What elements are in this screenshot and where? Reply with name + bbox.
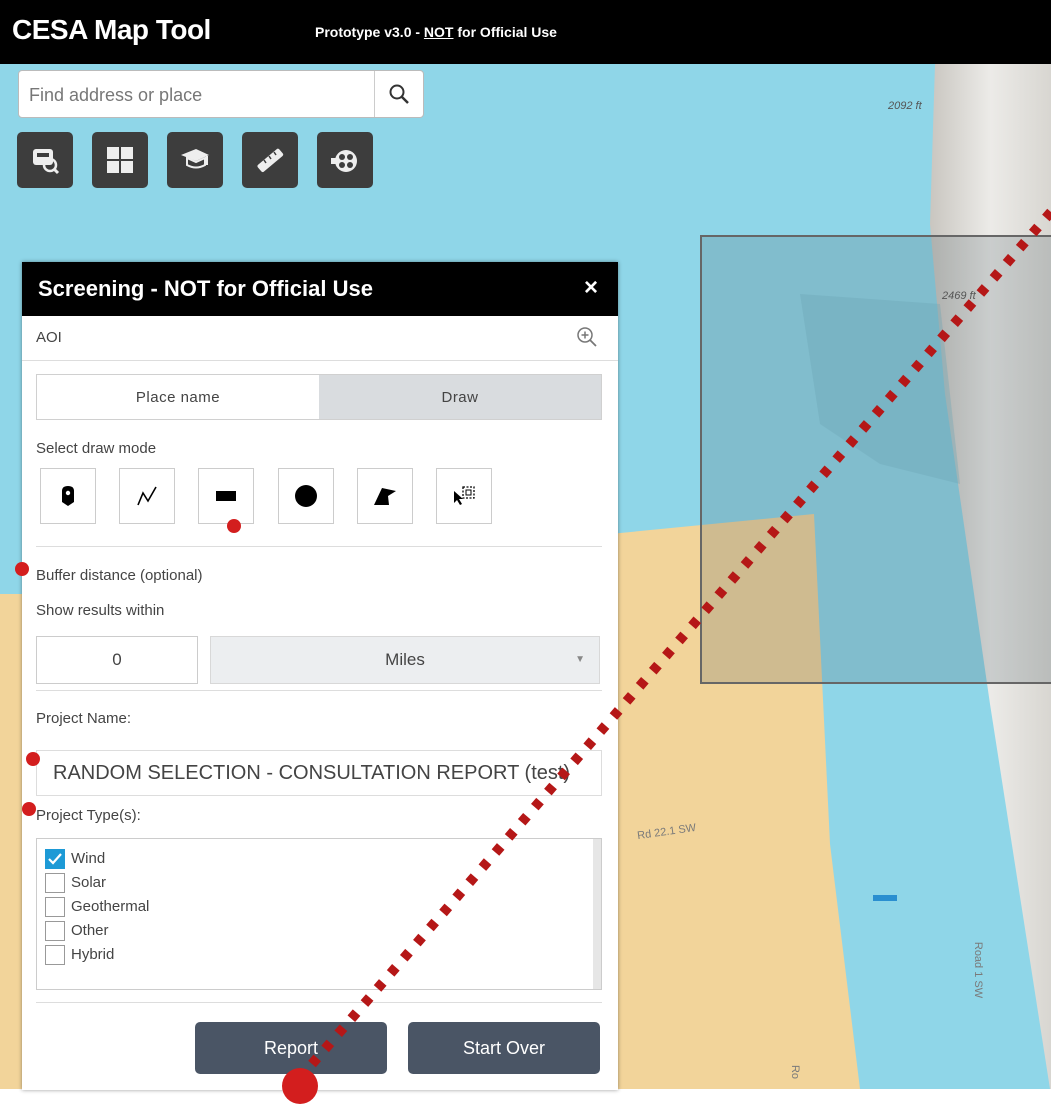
project-types-list: Wind Solar Geothermal Other Hybrid (36, 838, 602, 990)
road-label: Ro (789, 1064, 802, 1080)
tab-draw[interactable]: Draw (319, 375, 601, 419)
app-title: CESA Map Tool (12, 14, 211, 45)
map-marker (873, 895, 897, 901)
screening-button[interactable] (317, 132, 373, 188)
annotation-dot (282, 1068, 318, 1104)
buffer-distance-input[interactable]: 0 (36, 636, 198, 684)
project-name-label: Project Name: (36, 710, 132, 727)
draw-point-button[interactable] (40, 468, 96, 524)
checkbox[interactable] (45, 897, 65, 917)
subtitle-suffix: for Official Use (453, 24, 557, 40)
sand-strip-left (0, 594, 22, 1089)
check-icon (48, 853, 62, 865)
divider (36, 690, 602, 691)
project-types-label: Project Type(s): (36, 807, 141, 824)
search-icon (389, 84, 409, 104)
divider (36, 1002, 602, 1003)
scrollbar[interactable] (593, 839, 601, 989)
basemap-gallery-icon (107, 147, 133, 173)
elevation-label: 2469 ft (942, 290, 976, 302)
chevron-down-icon: ▼ (575, 654, 585, 665)
screening-icon (331, 150, 357, 172)
basemap-gallery-button[interactable] (92, 132, 148, 188)
checkbox[interactable] (45, 873, 65, 893)
app-header: CESA Map Tool Prototype v3.0 - NOT for O… (0, 0, 1051, 64)
select-feature-button[interactable] (436, 468, 492, 524)
show-results-label: Show results within (36, 602, 165, 619)
buffer-label: Buffer distance (optional) (36, 567, 203, 584)
polygon-icon (374, 488, 396, 505)
elevation-label: 2092 ft (888, 100, 922, 112)
measure-icon (257, 148, 284, 173)
subtitle-not: NOT (423, 24, 454, 40)
draw-polygon-button[interactable] (357, 468, 413, 524)
project-type-label: Hybrid (71, 946, 115, 963)
rectangle-icon (216, 491, 236, 501)
draw-polyline-button[interactable] (119, 468, 175, 524)
point-icon (62, 486, 74, 506)
close-button[interactable]: × (584, 274, 598, 302)
project-name-input[interactable]: RANDOM SELECTION - CONSULTATION REPORT (… (36, 750, 602, 796)
search-input[interactable] (27, 79, 371, 111)
checkbox[interactable] (45, 945, 65, 965)
search-button[interactable] (374, 71, 423, 117)
annotation-dot (15, 562, 29, 576)
layer-list-icon (33, 149, 60, 175)
learn-icon (181, 149, 209, 169)
annotation-dot (22, 802, 36, 816)
subtitle-prefix: Prototype v3.0 - (315, 24, 424, 40)
aoi-label: AOI (36, 329, 62, 346)
draw-rectangle-button[interactable] (198, 468, 254, 524)
measure-button[interactable] (242, 132, 298, 188)
divider (36, 546, 602, 547)
start-over-button[interactable]: Start Over (408, 1022, 600, 1074)
select-feature-icon (454, 486, 475, 505)
learn-button[interactable] (167, 132, 223, 188)
panel-title: Screening - NOT for Official Use (38, 276, 373, 301)
annotation-dot (26, 752, 40, 766)
project-type-label: Geothermal (71, 898, 150, 915)
circle-icon (295, 485, 317, 507)
aoi-row: AOI (22, 316, 618, 361)
checkbox[interactable] (45, 921, 65, 941)
tab-place-name[interactable]: Place name (37, 375, 319, 419)
buffer-units-select[interactable]: Miles ▼ (210, 636, 600, 684)
aoi-rectangle (700, 235, 1051, 684)
draw-mode-label: Select draw mode (36, 440, 157, 457)
buffer-units-value: Miles (385, 650, 425, 669)
aoi-mode-tabs: Place name Draw (36, 374, 602, 420)
app-subtitle: Prototype v3.0 - NOT for Official Use (315, 24, 557, 40)
draw-circle-button[interactable] (278, 468, 334, 524)
screening-panel: Screening - NOT for Official Use × AOI P… (22, 262, 618, 1090)
project-type-label: Wind (71, 850, 106, 867)
search-box (18, 70, 424, 118)
panel-header: Screening - NOT for Official Use × (22, 262, 618, 316)
annotation-dot (227, 519, 241, 533)
zoom-to-aoi-button[interactable] (576, 326, 598, 353)
report-button[interactable]: Report (195, 1022, 387, 1074)
layer-list-button[interactable] (17, 132, 73, 188)
project-type-label: Other (71, 922, 109, 939)
zoom-in-icon (577, 327, 597, 347)
polyline-icon (137, 486, 157, 506)
road-label: Road 1 SW (972, 941, 985, 999)
checkbox-checked[interactable] (45, 849, 65, 869)
project-type-label: Solar (71, 874, 107, 891)
